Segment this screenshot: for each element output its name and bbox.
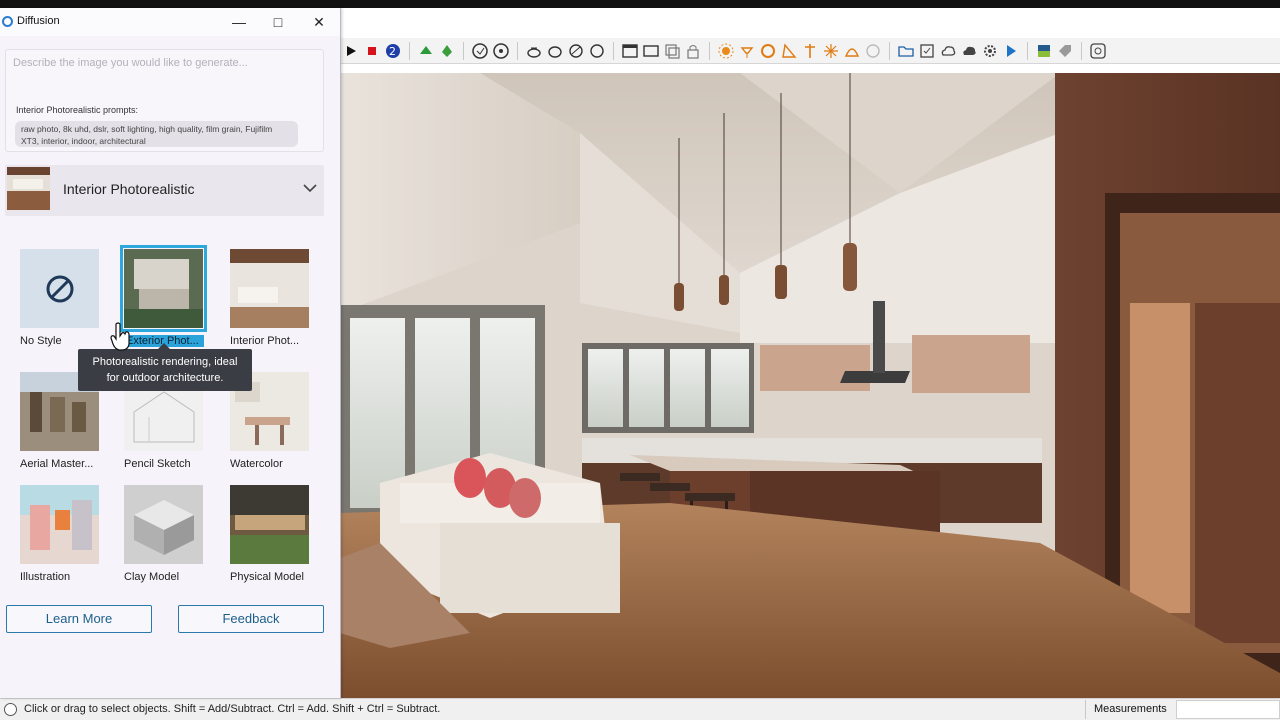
paint-icon[interactable] — [567, 42, 585, 60]
checkbox-icon[interactable] — [918, 42, 936, 60]
panel-title: Diffusion — [17, 15, 60, 27]
status-info-icon — [4, 703, 17, 716]
style-card-no-style[interactable]: No Style — [20, 249, 110, 359]
diffusion-panel: Diffusion — □ ✕ Describe the image you w… — [0, 8, 341, 698]
sun-settings-icon[interactable] — [717, 42, 735, 60]
toolbar-separator — [709, 41, 710, 60]
toolbar-separator — [1081, 41, 1082, 60]
prompt-suggestion-chip[interactable]: raw photo, 8k uhd, dslr, soft lighting, … — [15, 121, 298, 147]
style-label: No Style — [20, 335, 62, 347]
gear-icon[interactable] — [981, 42, 999, 60]
style-card-illustration[interactable]: Illustration — [20, 485, 110, 595]
sketchup-titlebar — [340, 8, 1280, 38]
style-card-physical-model[interactable]: Physical Model — [230, 485, 320, 595]
window-icon[interactable] — [621, 42, 639, 60]
toolbar-separator — [463, 41, 464, 60]
prompt-input[interactable]: Describe the image you would like to gen… — [5, 49, 324, 152]
style-grid: No Style Exterior Phot... Interior Phot.… — [0, 220, 330, 583]
toolbar-separator — [613, 41, 614, 60]
toolbar-separator — [1027, 41, 1028, 60]
tooltip-line-1: Photorealistic rendering, ideal — [92, 356, 238, 368]
sketchup-toolbar: 2 — [340, 38, 1280, 64]
tag-icon[interactable] — [1056, 42, 1074, 60]
learn-more-button[interactable]: Learn More — [6, 605, 152, 633]
style-card-interior-photorealistic[interactable]: Interior Phot... — [230, 249, 320, 359]
scene-icon[interactable] — [642, 42, 660, 60]
style-card-clay-model[interactable]: Clay Model — [124, 485, 214, 595]
minimize-icon[interactable]: — — [229, 12, 249, 32]
style-thumbnail — [124, 485, 203, 564]
measurements-label: Measurements — [1085, 700, 1175, 719]
prompt-placeholder: Describe the image you would like to gen… — [13, 57, 248, 69]
svg-text:2: 2 — [389, 45, 396, 58]
style-thumbnail — [230, 485, 309, 564]
toolbar-separator — [517, 41, 518, 60]
render-icon[interactable] — [1002, 42, 1020, 60]
style-thumbnail — [20, 249, 99, 328]
style-label: Illustration — [20, 571, 71, 583]
style-thumbnail — [20, 485, 99, 564]
style-label: Physical Model — [230, 571, 304, 583]
tooltip-line-2: for outdoor architecture. — [106, 372, 224, 384]
material-icon[interactable] — [1035, 42, 1053, 60]
toolbar-separator — [409, 41, 410, 60]
ies-light-icon[interactable] — [801, 42, 819, 60]
maximize-icon[interactable]: □ — [268, 12, 288, 32]
folder-icon[interactable] — [897, 42, 915, 60]
teapot-icon[interactable] — [525, 42, 543, 60]
style-dropdown-label: Interior Photorealistic — [63, 181, 195, 197]
extension-icon[interactable] — [438, 42, 456, 60]
component-icon[interactable] — [546, 42, 564, 60]
status-text: Click or drag to select objects. Shift =… — [24, 703, 441, 715]
render-viewport[interactable] — [340, 73, 1280, 698]
feedback-button[interactable]: Feedback — [178, 605, 324, 633]
sphere-icon[interactable] — [864, 42, 882, 60]
style-dropdown[interactable]: Interior Photorealistic — [5, 165, 324, 216]
top-strip — [0, 0, 1280, 8]
kitchen-render-image — [340, 73, 1280, 698]
style-thumbnail — [120, 245, 207, 332]
warehouse-icon[interactable] — [417, 42, 435, 60]
style-thumbnail — [230, 249, 309, 328]
ruby-console-icon[interactable]: 2 — [384, 42, 402, 60]
refresh-icon[interactable] — [588, 42, 606, 60]
style-label: Watercolor — [230, 458, 283, 470]
measurements-input[interactable] — [1176, 700, 1280, 719]
hand-cursor-icon — [110, 322, 130, 351]
orbit-icon[interactable] — [492, 42, 510, 60]
dome-light-icon[interactable] — [843, 42, 861, 60]
lock-icon[interactable] — [684, 42, 702, 60]
viewport-border — [340, 64, 1280, 73]
panel-titlebar: Diffusion — □ ✕ — [0, 8, 340, 36]
diffusion-icon[interactable] — [1089, 42, 1107, 60]
diffusion-logo-icon — [2, 16, 13, 27]
cloud-icon[interactable] — [960, 42, 978, 60]
cloud-upload-icon[interactable] — [939, 42, 957, 60]
layers-icon[interactable] — [663, 42, 681, 60]
chevron-down-icon — [303, 184, 317, 193]
light-ring-icon[interactable] — [759, 42, 777, 60]
omni-light-icon[interactable] — [822, 42, 840, 60]
spot-light-icon[interactable] — [780, 42, 798, 60]
stop-icon[interactable] — [363, 42, 381, 60]
select-tool-icon[interactable] — [471, 42, 489, 60]
close-icon[interactable]: ✕ — [309, 12, 329, 32]
style-label: Interior Phot... — [230, 335, 300, 347]
play-icon[interactable] — [342, 42, 360, 60]
style-label: Aerial Master... — [20, 458, 94, 470]
selected-style-thumbnail — [7, 167, 50, 210]
prompt-hint-label: Interior Photorealistic prompts: — [16, 105, 139, 115]
toolbar-separator — [889, 41, 890, 60]
status-bar: Click or drag to select objects. Shift =… — [0, 698, 1280, 720]
lamp-icon[interactable] — [738, 42, 756, 60]
style-label: Clay Model — [124, 571, 180, 583]
style-tooltip: Photorealistic rendering, ideal for outd… — [78, 343, 252, 391]
style-label: Pencil Sketch — [124, 458, 191, 470]
